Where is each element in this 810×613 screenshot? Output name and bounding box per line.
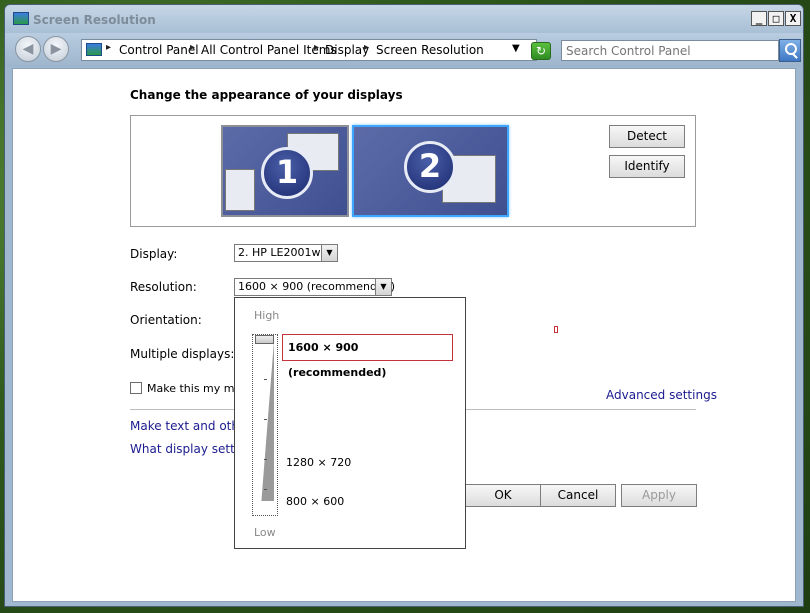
resolution-slider[interactable] (252, 334, 278, 516)
breadcrumb-separator-icon[interactable]: ▸ (106, 42, 111, 53)
resolution-dropdown-popup: High 1600 × 900 (recommended) 1280 × 720… (234, 297, 466, 549)
slider-tick (264, 379, 267, 380)
slider-tick (264, 489, 267, 490)
maximize-button[interactable]: □ (768, 11, 784, 26)
focus-marker (554, 326, 558, 333)
slider-tick (264, 459, 267, 460)
breadcrumb-screen-resolution[interactable]: Screen Resolution (376, 43, 484, 57)
advanced-settings-link[interactable]: Advanced settings (606, 388, 717, 402)
orientation-label: Orientation: (130, 313, 202, 327)
breadcrumb-separator-icon[interactable]: ▸ (190, 42, 195, 53)
address-dropdown-icon[interactable]: ▼ (512, 43, 520, 54)
display-label: Display: (130, 247, 178, 261)
high-label: High (254, 309, 280, 322)
page-heading: Change the appearance of your displays (130, 88, 403, 102)
detect-button[interactable]: Detect (609, 125, 685, 148)
address-bar[interactable]: ▸ Control Panel ▸ All Control Panel Item… (81, 39, 537, 61)
control-panel-icon (86, 43, 102, 56)
monitor-2-number: 2 (404, 141, 456, 193)
low-label: Low (254, 526, 276, 539)
slider-thumb[interactable] (255, 335, 274, 344)
navigation-bar: ◀ ▶ ▸ Control Panel ▸ All Control Panel … (5, 33, 803, 67)
minimize-button[interactable]: _ (751, 11, 767, 26)
monitor-1-number: 1 (261, 147, 313, 199)
display-select[interactable]: 2. HP LE2001w ▼ (234, 244, 338, 262)
search-icon[interactable] (779, 39, 801, 62)
slider-tick (264, 419, 267, 420)
monitor-arrangement-area: 1 2 Detect Identify (130, 115, 696, 227)
screen-resolution-window: Screen Resolution _ □ X ◀ ▶ ▸ Control Pa… (4, 4, 804, 607)
breadcrumb-control-panel[interactable]: Control Panel (119, 43, 199, 57)
search-input[interactable] (566, 42, 766, 59)
breadcrumb-separator-icon[interactable]: ▸ (364, 42, 369, 53)
monitor-2[interactable]: 2 (352, 125, 509, 217)
apply-button[interactable]: Apply (621, 484, 697, 507)
resolution-option[interactable]: 1280 × 720 (286, 456, 351, 469)
breadcrumb-separator-icon[interactable]: ▸ (314, 42, 319, 53)
search-box[interactable] (561, 40, 779, 61)
chevron-down-icon[interactable]: ▼ (321, 245, 337, 261)
slider-wedge (261, 341, 274, 501)
display-icon (13, 12, 29, 25)
refresh-icon[interactable]: ↻ (531, 42, 551, 60)
monitor-1[interactable]: 1 (221, 125, 349, 217)
display-select-value: 2. HP LE2001w (238, 246, 321, 259)
chevron-down-icon[interactable]: ▼ (375, 279, 391, 295)
cancel-button[interactable]: Cancel (540, 484, 616, 507)
multiple-displays-label: Multiple displays: (130, 347, 235, 361)
ok-button[interactable]: OK (465, 484, 541, 507)
resolution-label: Resolution: (130, 280, 197, 294)
resolution-select[interactable]: 1600 × 900 (recommended) ▼ (234, 278, 396, 296)
breadcrumb-display[interactable]: Display (325, 43, 369, 57)
back-arrow-icon[interactable]: ◀ (15, 36, 41, 62)
window-title: Screen Resolution (33, 13, 156, 27)
make-main-checkbox[interactable] (130, 382, 142, 394)
mini-window-icon (225, 169, 255, 211)
close-button[interactable]: X (785, 11, 801, 26)
resolution-option-selected[interactable]: 1600 × 900 (recommended) (282, 334, 453, 379)
identify-button[interactable]: Identify (609, 155, 685, 178)
resolution-option[interactable]: 800 × 600 (286, 495, 344, 508)
title-bar: Screen Resolution _ □ X (5, 5, 803, 33)
resolution-select-value: 1600 × 900 (recommended) (238, 280, 396, 293)
forward-arrow-icon[interactable]: ▶ (43, 36, 69, 62)
